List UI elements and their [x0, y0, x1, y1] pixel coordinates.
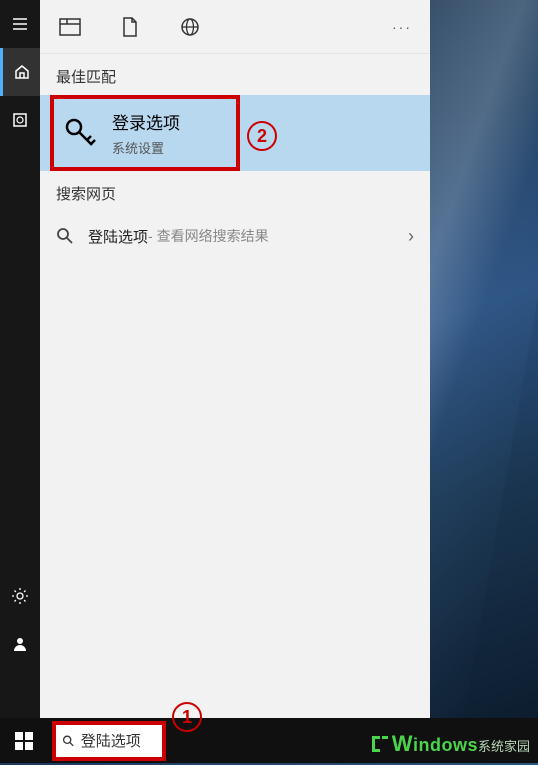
filter-apps[interactable] — [50, 7, 90, 47]
key-icon — [62, 115, 98, 151]
search-icon — [62, 733, 75, 749]
watermark-brand: indows — [413, 735, 478, 755]
sidebar-settings-button[interactable] — [0, 572, 40, 620]
taskbar-search-box[interactable] — [52, 721, 166, 761]
sidebar-timeline-button[interactable] — [0, 96, 40, 144]
search-input[interactable] — [81, 732, 156, 749]
best-match-title: 登录选项 — [112, 109, 180, 134]
clock-square-icon — [11, 111, 29, 129]
web-search-label: 搜索网页 — [40, 171, 430, 212]
best-match-result[interactable]: 登录选项 系统设置 — [40, 95, 430, 171]
annotation-circle-1: 1 — [172, 702, 202, 732]
search-icon — [56, 227, 74, 245]
document-icon — [122, 17, 138, 37]
web-search-query: 登陆选项 — [88, 226, 148, 247]
search-results-panel: ··· 最佳匹配 登录选项 系统设置 搜索网页 登陆选项 - 查看网络搜索结果 … — [40, 0, 430, 718]
watermark: Windows系统家园 — [370, 731, 530, 757]
hamburger-icon — [11, 15, 29, 33]
start-button[interactable] — [0, 718, 48, 763]
filter-more-button[interactable]: ··· — [392, 19, 420, 35]
web-search-hint: - 查看网络搜索结果 — [148, 226, 269, 246]
filter-web[interactable] — [170, 7, 210, 47]
sidebar-home-button[interactable] — [0, 48, 40, 96]
globe-icon — [180, 17, 200, 37]
best-match-subtitle: 系统设置 — [112, 138, 180, 157]
annotation-circle-2: 2 — [247, 121, 277, 151]
chevron-right-icon: › — [408, 226, 414, 247]
sidebar-menu-button[interactable] — [0, 0, 40, 48]
web-search-row[interactable]: 登陆选项 - 查看网络搜索结果 › — [40, 212, 430, 260]
filter-documents[interactable] — [110, 7, 150, 47]
watermark-brand-w: W — [392, 731, 413, 756]
home-icon — [13, 63, 31, 81]
windows-logo-icon — [15, 732, 33, 750]
watermark-logo-icon — [370, 734, 390, 754]
person-icon — [11, 635, 29, 653]
search-sidebar — [0, 0, 40, 718]
sidebar-account-button[interactable] — [0, 620, 40, 668]
app-window-icon — [59, 18, 81, 36]
filter-row: ··· — [40, 0, 430, 54]
watermark-text: 系统家园 — [478, 739, 530, 754]
best-match-label: 最佳匹配 — [40, 54, 430, 95]
gear-icon — [11, 587, 29, 605]
